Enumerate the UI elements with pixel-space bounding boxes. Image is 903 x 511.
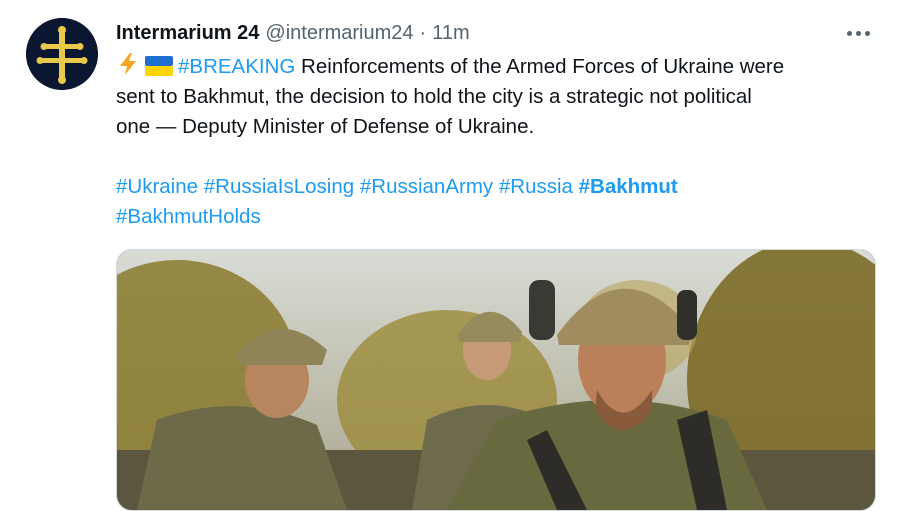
soldiers-photo-image bbox=[117, 250, 875, 510]
hashtag-russiaislosing[interactable]: #RussiaIsLosing bbox=[204, 175, 354, 198]
cross-logo-icon bbox=[26, 18, 98, 90]
user-handle[interactable]: @intermarium24 bbox=[265, 22, 413, 45]
more-options-button[interactable] bbox=[838, 20, 878, 46]
tweet-text-line-1: #BREAKING Reinforcements of the Armed Fo… bbox=[116, 52, 876, 82]
hashtag-russianarmy[interactable]: #RussianArmy bbox=[360, 175, 493, 198]
tweet-text: #BREAKING Reinforcements of the Armed Fo… bbox=[116, 52, 876, 232]
tweet[interactable]: Intermarium 24 @intermarium24 · 11m #BRE… bbox=[0, 0, 903, 511]
hashtags-line-2: #BakhmutHolds bbox=[116, 202, 876, 232]
hashtag-russia[interactable]: #Russia bbox=[499, 175, 573, 198]
display-name[interactable]: Intermarium 24 bbox=[116, 22, 259, 45]
tweet-text-line-2: sent to Bakhmut, the decision to hold th… bbox=[116, 85, 752, 108]
more-icon bbox=[846, 30, 852, 36]
ukraine-flag-icon bbox=[145, 56, 173, 76]
avatar[interactable] bbox=[26, 18, 98, 90]
hashtag-bakhmutholds[interactable]: #BakhmutHolds bbox=[116, 205, 261, 228]
hashtag-ukraine[interactable]: #Ukraine bbox=[116, 175, 198, 198]
tweet-photo[interactable] bbox=[116, 249, 876, 511]
separator-dot: · bbox=[419, 21, 427, 44]
hashtags-line-1: #Ukraine #RussiaIsLosing #RussianArmy #R… bbox=[116, 172, 876, 202]
timestamp[interactable]: 11m bbox=[432, 22, 469, 45]
hashtag-bakhmut[interactable]: #Bakhmut bbox=[579, 175, 678, 198]
tweet-text-segment: Reinforcements of the Armed Forces of Uk… bbox=[295, 55, 785, 78]
tweet-header: Intermarium 24 @intermarium24 · 11m bbox=[116, 20, 470, 46]
lightning-emoji-icon bbox=[120, 53, 136, 75]
tweet-text-line-3: one — Deputy Minister of Defense of Ukra… bbox=[116, 115, 535, 138]
hashtag-breaking[interactable]: #BREAKING bbox=[178, 55, 295, 78]
